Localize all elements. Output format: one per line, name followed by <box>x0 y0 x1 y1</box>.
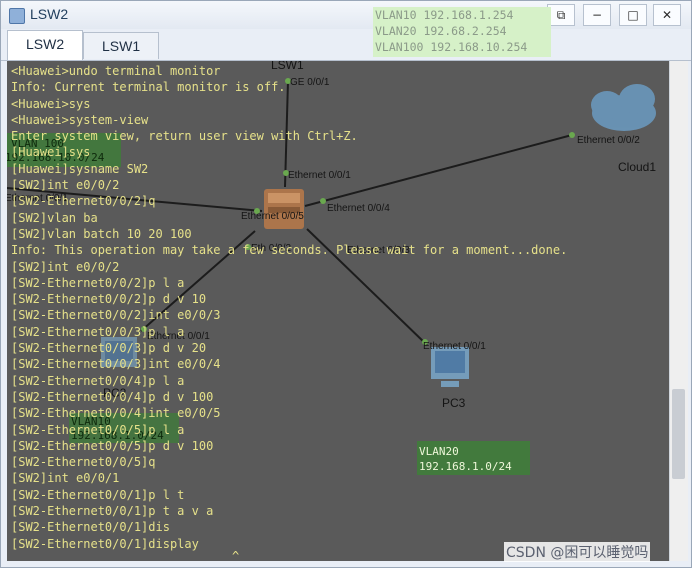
terminal-output: <Huawei>undo terminal monitor Info: Curre… <box>11 63 567 552</box>
minimize-button[interactable]: − <box>583 4 611 26</box>
port-label: Ethernet 0/0/2 <box>577 135 640 146</box>
terminal-line: [SW2-Ethernet0/0/5]q <box>11 455 156 470</box>
note-line: VLAN10 192.168.1.254 <box>375 8 514 22</box>
terminal-console[interactable]: ⇄ LSW1 Cloud1 PC3 <box>7 61 669 561</box>
terminal-line: [SW2-Ethernet0/0/3]int e0/0/4 <box>11 357 221 372</box>
cloud1-icon <box>591 84 656 131</box>
cloud1-label: Cloud1 <box>618 160 656 174</box>
vertical-scrollbar[interactable] <box>669 61 688 561</box>
port-dot <box>569 132 575 138</box>
terminal-line: <Huawei>undo terminal monitor <box>11 64 221 78</box>
maximize-button[interactable]: □ <box>619 4 647 26</box>
terminal-line: Info: This operation may take a few seco… <box>11 243 568 258</box>
terminal-line: [SW2-Ethernet0/0/4]p l a <box>11 373 185 388</box>
watermark: CSDN @困可以睡觉吗 <box>504 542 651 562</box>
terminal-line: [SW2]vlan batch 10 20 100 <box>11 226 192 241</box>
terminal-line: [SW2-Ethernet0/0/5]p l a <box>11 422 185 437</box>
title-bar[interactable]: LSW2 ⧉ − □ ✕ <box>1 1 691 30</box>
terminal-line: [SW2-Ethernet0/0/5]p d v 100 <box>11 438 214 453</box>
terminal-line: <Huawei>sys <box>11 96 91 111</box>
restore-icon[interactable]: ⧉ <box>547 4 575 26</box>
terminal-line: [SW2-Ethernet0/0/4]int e0/0/5 <box>11 406 221 421</box>
terminal-line: [SW2-Ethernet0/0/1]dis <box>11 520 170 535</box>
terminal-line: Enter system view, return user view with… <box>11 129 358 144</box>
terminal-line: [SW2]int e0/0/2 <box>11 259 120 274</box>
note-line: VLAN20 192.68.2.254 <box>375 24 507 38</box>
terminal-line: [SW2-Ethernet0/0/2]p l a <box>11 275 185 290</box>
terminal-line: [SW2-Ethernet0/0/4]p d v 100 <box>11 389 214 404</box>
terminal-line: [SW2-Ethernet0/0/2]q <box>11 194 156 209</box>
terminal-line: [SW2-Ethernet0/0/1]display <box>11 536 199 551</box>
tab-lsw1[interactable]: LSW1 <box>83 32 160 59</box>
console-window: LSW2 ⧉ − □ ✕ LSW2 LSW1 LSW1 Cloud1 PC3 P… <box>0 0 692 568</box>
switch-app-icon <box>9 8 25 24</box>
terminal-line: [SW2-Ethernet0/0/2]int e0/0/3 <box>11 308 221 323</box>
scrollbar-thumb[interactable] <box>672 389 685 479</box>
terminal-line: [SW2-Ethernet0/0/1]p l t <box>11 487 185 502</box>
note-line: VLAN100 192.168.10.254 <box>375 40 528 54</box>
terminal-line: [SW2-Ethernet0/0/3]p d v 20 <box>11 341 207 356</box>
terminal-line: [Huawei]sys <box>11 145 91 160</box>
terminal-line: Info: Current terminal monitor is off. <box>11 80 286 95</box>
close-button[interactable]: ✕ <box>653 4 681 26</box>
tab-strip: LSW2 LSW1 <box>1 29 691 61</box>
tab-lsw2[interactable]: LSW2 <box>7 30 84 60</box>
vlan-gateway-note: VLAN10 192.168.1.254 VLAN20 192.68.2.254… <box>373 7 551 57</box>
window-title: LSW2 <box>30 6 69 22</box>
terminal-line: [SW2-Ethernet0/0/3]p l a <box>11 324 185 339</box>
terminal-line: <Huawei>system-view <box>11 112 149 127</box>
terminal-line: [SW2]int e0/0/2 <box>11 178 120 193</box>
terminal-line: [SW2]int e0/0/1 <box>11 471 120 486</box>
terminal-cursor: ^ <box>232 549 240 561</box>
terminal-line: [SW2-Ethernet0/0/2]p d v 10 <box>11 292 207 307</box>
terminal-line: [SW2-Ethernet0/0/1]p t a v a <box>11 504 214 519</box>
terminal-line: [SW2]vlan ba <box>11 210 98 225</box>
terminal-line: [Huawei]sysname SW2 <box>11 161 149 176</box>
